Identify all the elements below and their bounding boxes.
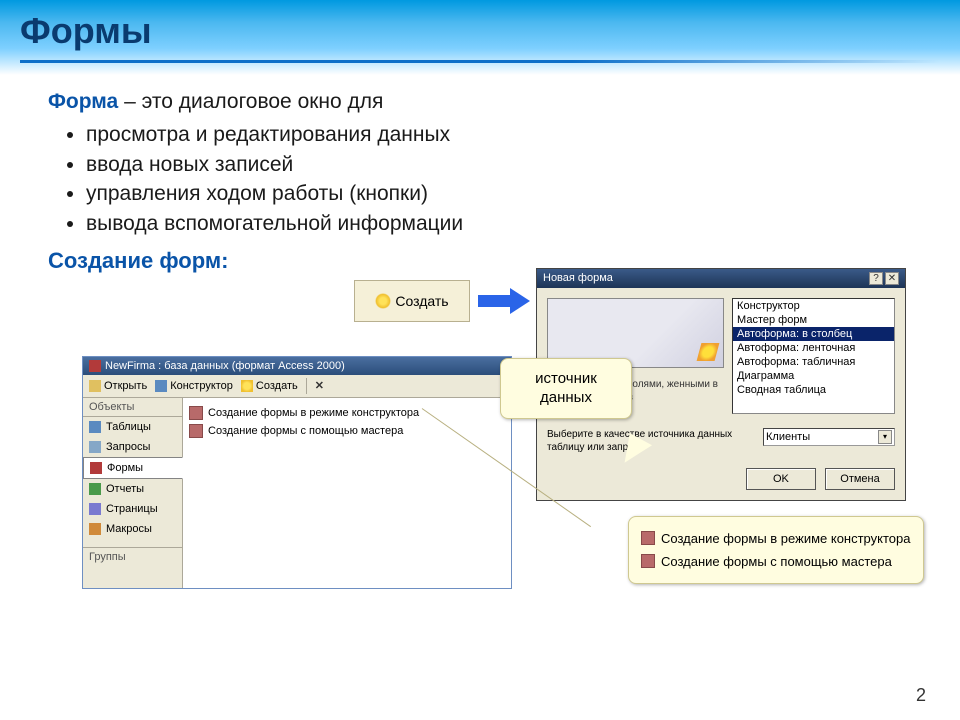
tables-icon: [89, 421, 101, 433]
ok-button[interactable]: OK: [746, 468, 816, 490]
sparkle-icon: [241, 380, 253, 392]
db-toolbar: Открыть Конструктор Создать ✕: [83, 375, 511, 398]
source-value: Клиенты: [766, 431, 810, 443]
diagram-area: Создать NewFirma : база данных (формат A…: [0, 280, 960, 660]
bullet-list: просмотра и редактирования данных ввода …: [48, 120, 920, 238]
sidebar-header: Объекты: [83, 398, 182, 417]
groups-header: Группы: [83, 547, 182, 566]
queries-icon: [89, 441, 101, 453]
form-create-icon: [641, 531, 655, 545]
delete-icon[interactable]: ✕: [315, 379, 324, 392]
sparkle-icon: [375, 293, 391, 309]
list-item[interactable]: Диаграмма: [733, 369, 894, 383]
designer-button[interactable]: Конструктор: [155, 380, 233, 392]
slide-title: Формы: [20, 10, 940, 52]
form-create-icon: [189, 406, 203, 420]
list-item: Создание формы в режиме конструктора: [641, 527, 911, 550]
create-button-label: Создать: [395, 293, 448, 309]
access-db-window: NewFirma : база данных (формат Access 20…: [82, 356, 512, 589]
dialog-titlebar: Новая форма ? ✕: [537, 269, 905, 288]
form-create-icon: [641, 554, 655, 568]
list-item[interactable]: Создание формы в режиме конструктора: [189, 404, 505, 422]
macros-icon: [89, 523, 101, 535]
list-item[interactable]: Автоформа: ленточная: [733, 341, 894, 355]
definition-tail: – это диалоговое окно для: [118, 90, 383, 113]
create-button[interactable]: Создать: [241, 380, 298, 392]
bullet-item: просмотра и редактирования данных: [86, 120, 920, 149]
definition-block: Форма – это диалоговое окно для просмотр…: [0, 75, 960, 238]
list-item-selected[interactable]: Автоформа: в столбец: [733, 327, 894, 341]
open-icon: [89, 380, 101, 392]
sidebar-item-macros[interactable]: Макросы: [83, 519, 182, 539]
sidebar-item-forms[interactable]: Формы: [83, 457, 183, 479]
list-item[interactable]: Мастер форм: [733, 313, 894, 327]
dialog-title: Новая форма: [543, 272, 613, 284]
source-select[interactable]: Клиенты ▾: [763, 428, 895, 446]
forms-icon: [90, 462, 102, 474]
list-item[interactable]: Конструктор: [733, 299, 894, 313]
title-underline: [20, 60, 940, 63]
bullet-item: управления ходом работы (кнопки): [86, 179, 920, 208]
list-item[interactable]: Сводная таблица: [733, 383, 894, 397]
list-item: Создание формы с помощью мастера: [641, 550, 911, 573]
separator: [306, 378, 307, 394]
pages-icon: [89, 503, 101, 515]
page-number: 2: [916, 685, 926, 706]
reports-icon: [89, 483, 101, 495]
create-button-callout[interactable]: Создать: [354, 280, 470, 322]
bullet-item: вывода вспомогательной информации: [86, 209, 920, 238]
db-main: Создание формы в режиме конструктора Соз…: [183, 398, 511, 588]
term: Форма: [48, 90, 118, 113]
sidebar-item-pages[interactable]: Страницы: [83, 499, 182, 519]
create-options-callout: Создание формы в режиме конструктора Соз…: [628, 516, 924, 584]
access-icon: [89, 360, 101, 372]
cancel-button[interactable]: Отмена: [825, 468, 895, 490]
list-item[interactable]: Автоформа: табличная: [733, 355, 894, 369]
db-sidebar: Объекты Таблицы Запросы Формы Отчеты Стр…: [83, 398, 183, 588]
form-create-icon: [189, 424, 203, 438]
sidebar-item-tables[interactable]: Таблицы: [83, 417, 182, 437]
help-button[interactable]: ?: [869, 272, 883, 285]
sidebar-item-reports[interactable]: Отчеты: [83, 479, 182, 499]
list-item[interactable]: Создание формы с помощью мастера: [189, 422, 505, 440]
bullet-item: ввода новых записей: [86, 150, 920, 179]
close-button[interactable]: ✕: [885, 272, 899, 285]
designer-icon: [155, 380, 167, 392]
arrow-right-icon: [478, 290, 530, 312]
window-title: NewFirma : база данных (формат Access 20…: [105, 360, 345, 372]
data-source-callout: источник данных: [500, 358, 632, 419]
window-titlebar: NewFirma : база данных (формат Access 20…: [83, 357, 511, 375]
form-type-list[interactable]: Конструктор Мастер форм Автоформа: в сто…: [732, 298, 895, 414]
slide-title-bar: Формы: [0, 0, 960, 75]
chevron-down-icon[interactable]: ▾: [878, 430, 892, 444]
sidebar-item-queries[interactable]: Запросы: [83, 437, 182, 457]
open-button[interactable]: Открыть: [89, 380, 147, 392]
